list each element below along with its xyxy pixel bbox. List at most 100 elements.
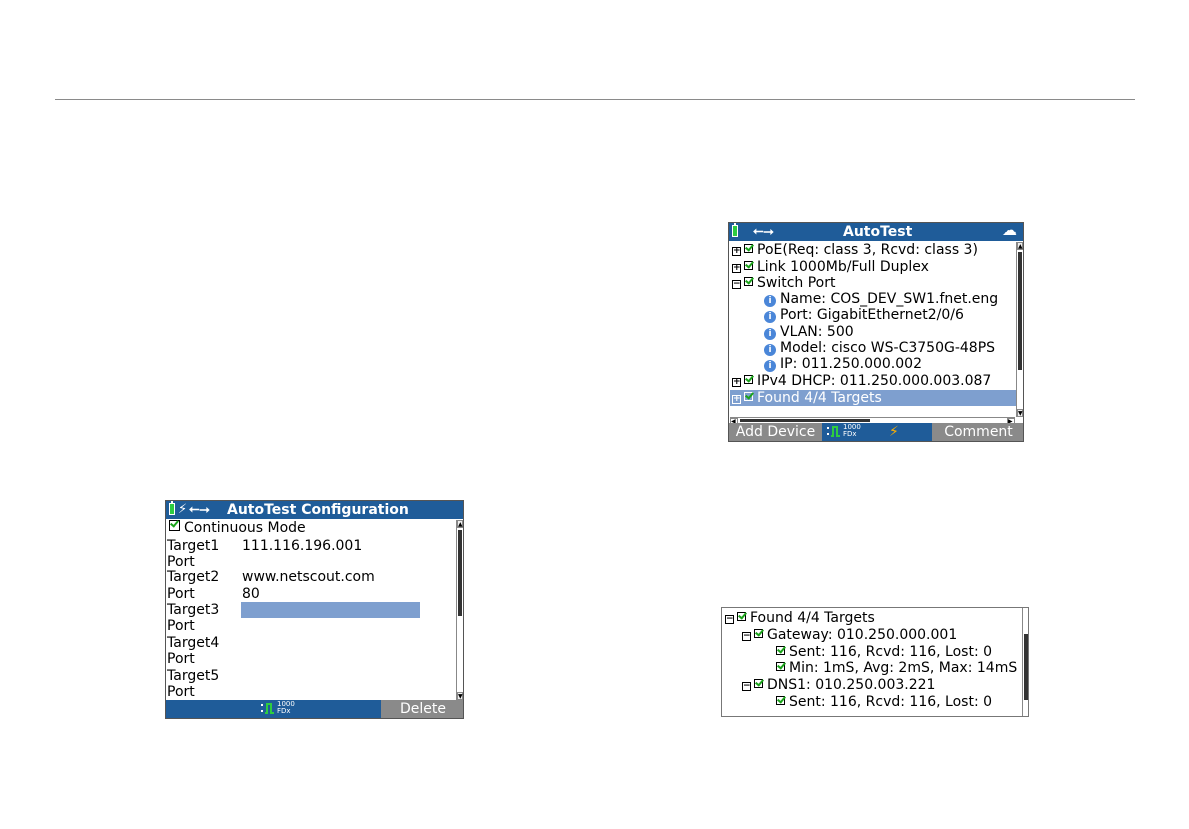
check-icon bbox=[744, 244, 753, 253]
tree-row-found-targets-selected[interactable]: + Found 4/4 Targets bbox=[730, 390, 1017, 406]
tree-row-dns1-sent[interactable]: Sent: 116, Rcvd: 116, Lost: 0 bbox=[776, 694, 992, 710]
row-text: IP: 011.250.000.002 bbox=[780, 356, 922, 372]
poe-lightning-icon: ⚡ bbox=[889, 424, 899, 440]
row-text: Gateway: 010.250.000.001 bbox=[767, 627, 958, 643]
info-icon: i bbox=[764, 360, 776, 372]
vertical-scrollbar[interactable]: ▲ ▼ bbox=[456, 520, 463, 700]
field-label: Target2 bbox=[167, 569, 220, 585]
battery-icon bbox=[732, 223, 738, 237]
row-text: Sent: 116, Rcvd: 116, Lost: 0 bbox=[789, 644, 993, 660]
screen-title: AutoTest bbox=[843, 224, 913, 240]
tree-row-found-targets[interactable]: − Found 4/4 Targets bbox=[725, 610, 875, 626]
check-icon bbox=[754, 629, 763, 638]
expand-icon[interactable]: + bbox=[732, 395, 741, 404]
vertical-scrollbar[interactable] bbox=[1022, 608, 1028, 716]
port2-value[interactable]: 80 bbox=[242, 586, 260, 602]
check-icon bbox=[169, 520, 180, 531]
expand-icon[interactable]: + bbox=[732, 264, 741, 273]
collapse-icon[interactable]: − bbox=[742, 682, 751, 691]
expand-icon[interactable]: + bbox=[732, 247, 741, 256]
add-device-button[interactable]: Add Device bbox=[729, 423, 822, 441]
status-bar: 1000 FDx Delete bbox=[166, 700, 463, 718]
check-icon bbox=[744, 392, 753, 401]
tree-row-gateway[interactable]: − Gateway: 010.250.000.001 bbox=[742, 627, 957, 643]
link-pulse-icon bbox=[261, 703, 274, 714]
tree-row-vlan[interactable]: i VLAN: 500 bbox=[764, 324, 854, 340]
tree-row-link[interactable]: + Link 1000Mb/Full Duplex bbox=[732, 259, 929, 275]
tree-row-ip[interactable]: i IP: 011.250.000.002 bbox=[764, 356, 922, 372]
title-bar: ⚡ ⭠⭢ AutoTest Configuration bbox=[166, 501, 463, 519]
row-text: Sent: 116, Rcvd: 116, Lost: 0 bbox=[789, 694, 993, 710]
tree-row-ipv4-dhcp[interactable]: + IPv4 DHCP: 011.250.000.003.087 bbox=[732, 373, 991, 389]
target1-value[interactable]: 111.116.196.001 bbox=[242, 538, 362, 554]
collapse-icon[interactable]: − bbox=[725, 615, 734, 624]
field-label: Port bbox=[167, 684, 195, 700]
tree-row-switch-port[interactable]: − Switch Port bbox=[732, 275, 836, 291]
header-rule bbox=[55, 99, 1135, 100]
screen-title: AutoTest Configuration bbox=[227, 502, 409, 518]
row-text: Found 4/4 Targets bbox=[750, 610, 875, 626]
continuous-mode-checkbox[interactable]: Continuous Mode bbox=[169, 520, 306, 536]
link-speed: 1000 FDx bbox=[277, 701, 295, 715]
comment-button[interactable]: Comment bbox=[932, 423, 1023, 441]
row-text: IPv4 DHCP: 011.250.000.003.087 bbox=[757, 373, 992, 389]
link-duplex-value: FDx bbox=[843, 430, 857, 438]
tree-row-dns1[interactable]: − DNS1: 010.250.003.221 bbox=[742, 677, 935, 693]
scroll-up-icon[interactable]: ▲ bbox=[1017, 242, 1023, 250]
row-text: VLAN: 500 bbox=[780, 324, 854, 340]
scroll-thumb[interactable] bbox=[1018, 252, 1022, 370]
row-text: PoE(Req: class 3, Rcvd: class 3) bbox=[757, 242, 978, 258]
expand-icon[interactable]: + bbox=[732, 378, 741, 387]
row-text: DNS1: 010.250.003.221 bbox=[767, 677, 936, 693]
tree-row-model[interactable]: i Model: cisco WS-C3750G-48PS bbox=[764, 340, 995, 356]
tree-row-gateway-sent[interactable]: Sent: 116, Rcvd: 116, Lost: 0 bbox=[776, 644, 992, 660]
info-icon: i bbox=[764, 328, 776, 340]
tree-row-name[interactable]: i Name: COS_DEV_SW1.fnet.eng bbox=[764, 291, 998, 307]
usb-icon: ⭠⭢ bbox=[189, 502, 210, 517]
scroll-up-icon[interactable]: ▲ bbox=[457, 520, 463, 528]
row-text: Switch Port bbox=[757, 275, 836, 291]
scroll-thumb[interactable] bbox=[458, 530, 462, 616]
cloud-icon[interactable]: ☁ bbox=[1002, 223, 1017, 238]
check-icon bbox=[754, 679, 763, 688]
autotest-results-screen: ⭠⭢ AutoTest ☁ + PoE(Req: class 3, Rcvd: c… bbox=[728, 222, 1024, 442]
link-pulse-icon bbox=[827, 426, 840, 437]
found-targets-detail: − Found 4/4 Targets − Gateway: 010.250.000… bbox=[721, 607, 1029, 717]
vertical-scrollbar[interactable]: ▲ ▼ bbox=[1016, 242, 1023, 417]
title-bar: ⭠⭢ AutoTest ☁ bbox=[729, 223, 1023, 241]
field-label: Port bbox=[167, 651, 195, 667]
check-icon bbox=[776, 696, 785, 705]
check-icon bbox=[776, 646, 785, 655]
info-icon: i bbox=[764, 311, 776, 323]
field-label: Port bbox=[167, 618, 195, 634]
collapse-icon[interactable]: − bbox=[742, 632, 751, 641]
tree-row-port[interactable]: i Port: GigabitEthernet2/0/6 bbox=[764, 307, 964, 323]
field-label: Target1 bbox=[167, 538, 220, 554]
scroll-down-icon[interactable]: ▼ bbox=[457, 692, 463, 700]
info-icon: i bbox=[764, 344, 776, 356]
battery-icon bbox=[169, 501, 175, 515]
check-icon bbox=[744, 277, 753, 286]
collapse-icon[interactable]: − bbox=[732, 280, 741, 289]
row-text: Found 4/4 Targets bbox=[757, 390, 882, 406]
field-label: Target3 bbox=[167, 602, 220, 618]
scroll-down-icon[interactable]: ▼ bbox=[1017, 409, 1023, 417]
horizontal-scroll-thumb[interactable] bbox=[740, 419, 870, 422]
status-bar: Add Device 1000 FDx ⚡ Comment bbox=[729, 423, 1023, 441]
tree-row-gateway-timing[interactable]: Min: 1mS, Avg: 2mS, Max: 14mS bbox=[776, 660, 1017, 676]
link-speed: 1000 FDx bbox=[843, 424, 861, 438]
power-plug-icon: ⚡ bbox=[178, 502, 188, 517]
target2-value[interactable]: www.netscout.com bbox=[242, 569, 375, 585]
field-label: Port bbox=[167, 586, 195, 602]
check-icon bbox=[737, 612, 746, 621]
autotest-configuration-screen: ⚡ ⭠⭢ AutoTest Configuration Continuous M… bbox=[165, 500, 464, 719]
link-duplex-value: FDx bbox=[277, 707, 291, 715]
scroll-thumb[interactable] bbox=[1024, 634, 1028, 700]
usb-icon: ⭠⭢ bbox=[753, 224, 774, 239]
continuous-mode-label: Continuous Mode bbox=[184, 520, 306, 536]
row-text: Port: GigabitEthernet2/0/6 bbox=[780, 307, 964, 323]
row-text: Link 1000Mb/Full Duplex bbox=[757, 259, 929, 275]
delete-button[interactable]: Delete bbox=[381, 700, 463, 718]
target3-value-selected[interactable] bbox=[241, 602, 420, 618]
tree-row-poe[interactable]: + PoE(Req: class 3, Rcvd: class 3) bbox=[732, 242, 978, 258]
